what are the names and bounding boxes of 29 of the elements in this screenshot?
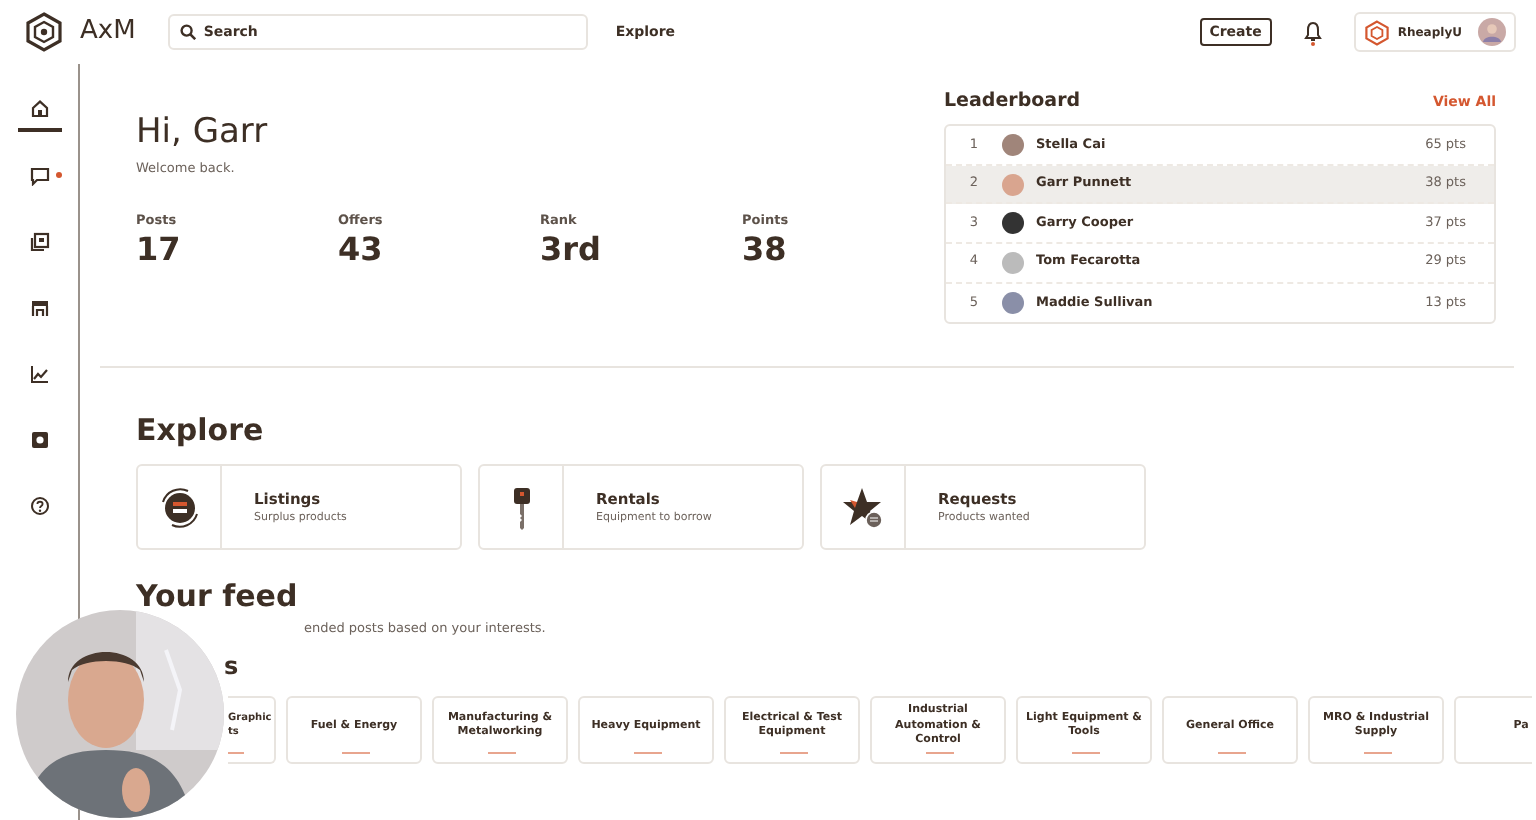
listings-icon bbox=[157, 485, 201, 530]
section-title: Your feed bbox=[136, 578, 300, 615]
greeting-title: Hi, Garr bbox=[136, 112, 270, 153]
avatar-icon[interactable] bbox=[1478, 18, 1506, 46]
section-title: Explore bbox=[136, 412, 266, 449]
stat-value: 17 bbox=[136, 231, 183, 267]
stat-value: 43 bbox=[338, 231, 385, 267]
avatar-icon bbox=[1002, 173, 1024, 196]
logo-icon[interactable] bbox=[24, 12, 64, 52]
avatar-icon bbox=[1002, 251, 1024, 274]
stat-value: 38 bbox=[742, 231, 789, 267]
avatar-icon bbox=[1002, 134, 1024, 157]
org-logo-icon bbox=[1363, 19, 1390, 45]
stat-value: 3rd bbox=[540, 231, 603, 267]
app-name: AxM bbox=[80, 14, 136, 51]
avatar-icon bbox=[1002, 291, 1024, 314]
leaderboard-title: Leaderboard bbox=[944, 88, 1081, 116]
avatar-icon bbox=[1002, 212, 1024, 235]
chart-icon bbox=[29, 364, 49, 384]
home-icon bbox=[29, 98, 49, 118]
bell-icon[interactable] bbox=[1303, 19, 1322, 45]
star-icon bbox=[841, 485, 885, 530]
store-icon bbox=[29, 298, 49, 318]
settings-icon bbox=[29, 430, 49, 450]
chat-icon bbox=[29, 166, 49, 186]
notification-dot bbox=[55, 172, 61, 178]
listings-icon bbox=[29, 232, 49, 252]
help-icon bbox=[29, 496, 49, 516]
section-title: s bbox=[224, 651, 241, 681]
